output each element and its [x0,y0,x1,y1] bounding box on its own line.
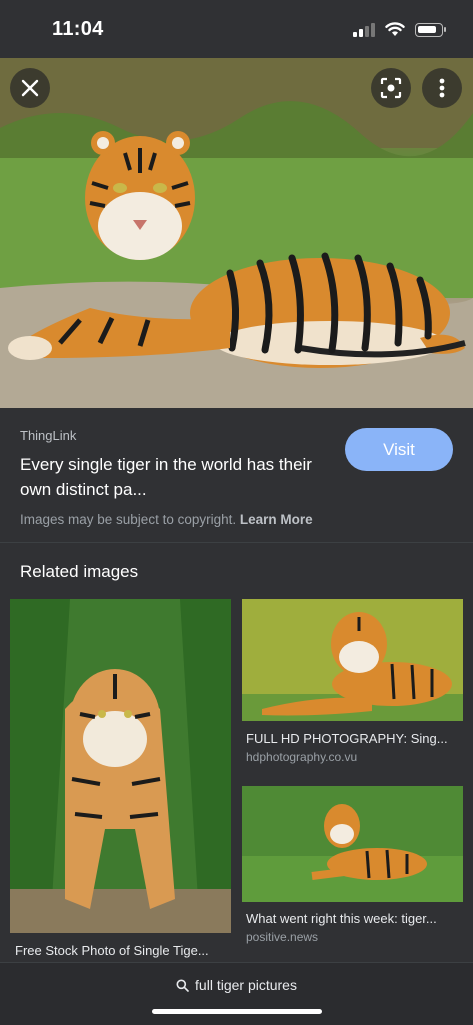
image-info-panel: ThingLink Every single tiger in the worl… [0,408,473,542]
related-image-3[interactable] [242,786,463,902]
cellular-signal-icon [353,22,375,37]
search-query-text: full tiger pictures [195,977,297,993]
more-vertical-icon [439,78,445,98]
divider [0,542,473,543]
related-caption-2[interactable]: FULL HD PHOTOGRAPHY: Sing... [246,731,448,746]
learn-more-link[interactable]: Learn More [240,512,313,527]
main-image[interactable] [0,58,473,408]
status-bar: 11:04 [0,0,473,58]
more-options-button[interactable] [422,68,462,108]
status-time: 11:04 [52,18,104,40]
related-caption-3[interactable]: What went right this week: tiger... [246,911,437,926]
search-icon [176,979,189,992]
related-domain-2: hdphotography.co.vu [246,750,358,764]
battery-icon [415,22,446,37]
related-image-1[interactable] [10,599,231,933]
source-name: ThingLink [20,428,77,443]
home-indicator [152,1009,322,1014]
bottom-search-bar: full tiger pictures [0,962,473,1025]
copyright-text: Images may be subject to copyright. [20,512,237,527]
tiger-resting-illustration [242,599,463,721]
close-icon [21,79,39,97]
image-title[interactable]: Every single tiger in the world has thei… [20,452,320,502]
related-domain-3: positive.news [246,930,319,944]
related-image-2[interactable] [242,599,463,721]
search-query-chip[interactable]: full tiger pictures [0,977,473,993]
lens-icon [380,77,402,99]
tiger-illustration [0,58,473,408]
related-images-heading: Related images [20,562,139,581]
copyright-notice: Images may be subject to copyright. Lear… [20,512,313,527]
tiger-in-grass-illustration [242,786,463,902]
visit-button[interactable]: Visit [345,428,453,471]
status-icons [353,22,446,37]
wifi-icon [385,22,405,36]
tiger-walking-illustration [10,599,231,933]
close-button[interactable] [10,68,50,108]
lens-button[interactable] [371,68,411,108]
related-caption-1[interactable]: Free Stock Photo of Single Tige... [15,943,209,958]
